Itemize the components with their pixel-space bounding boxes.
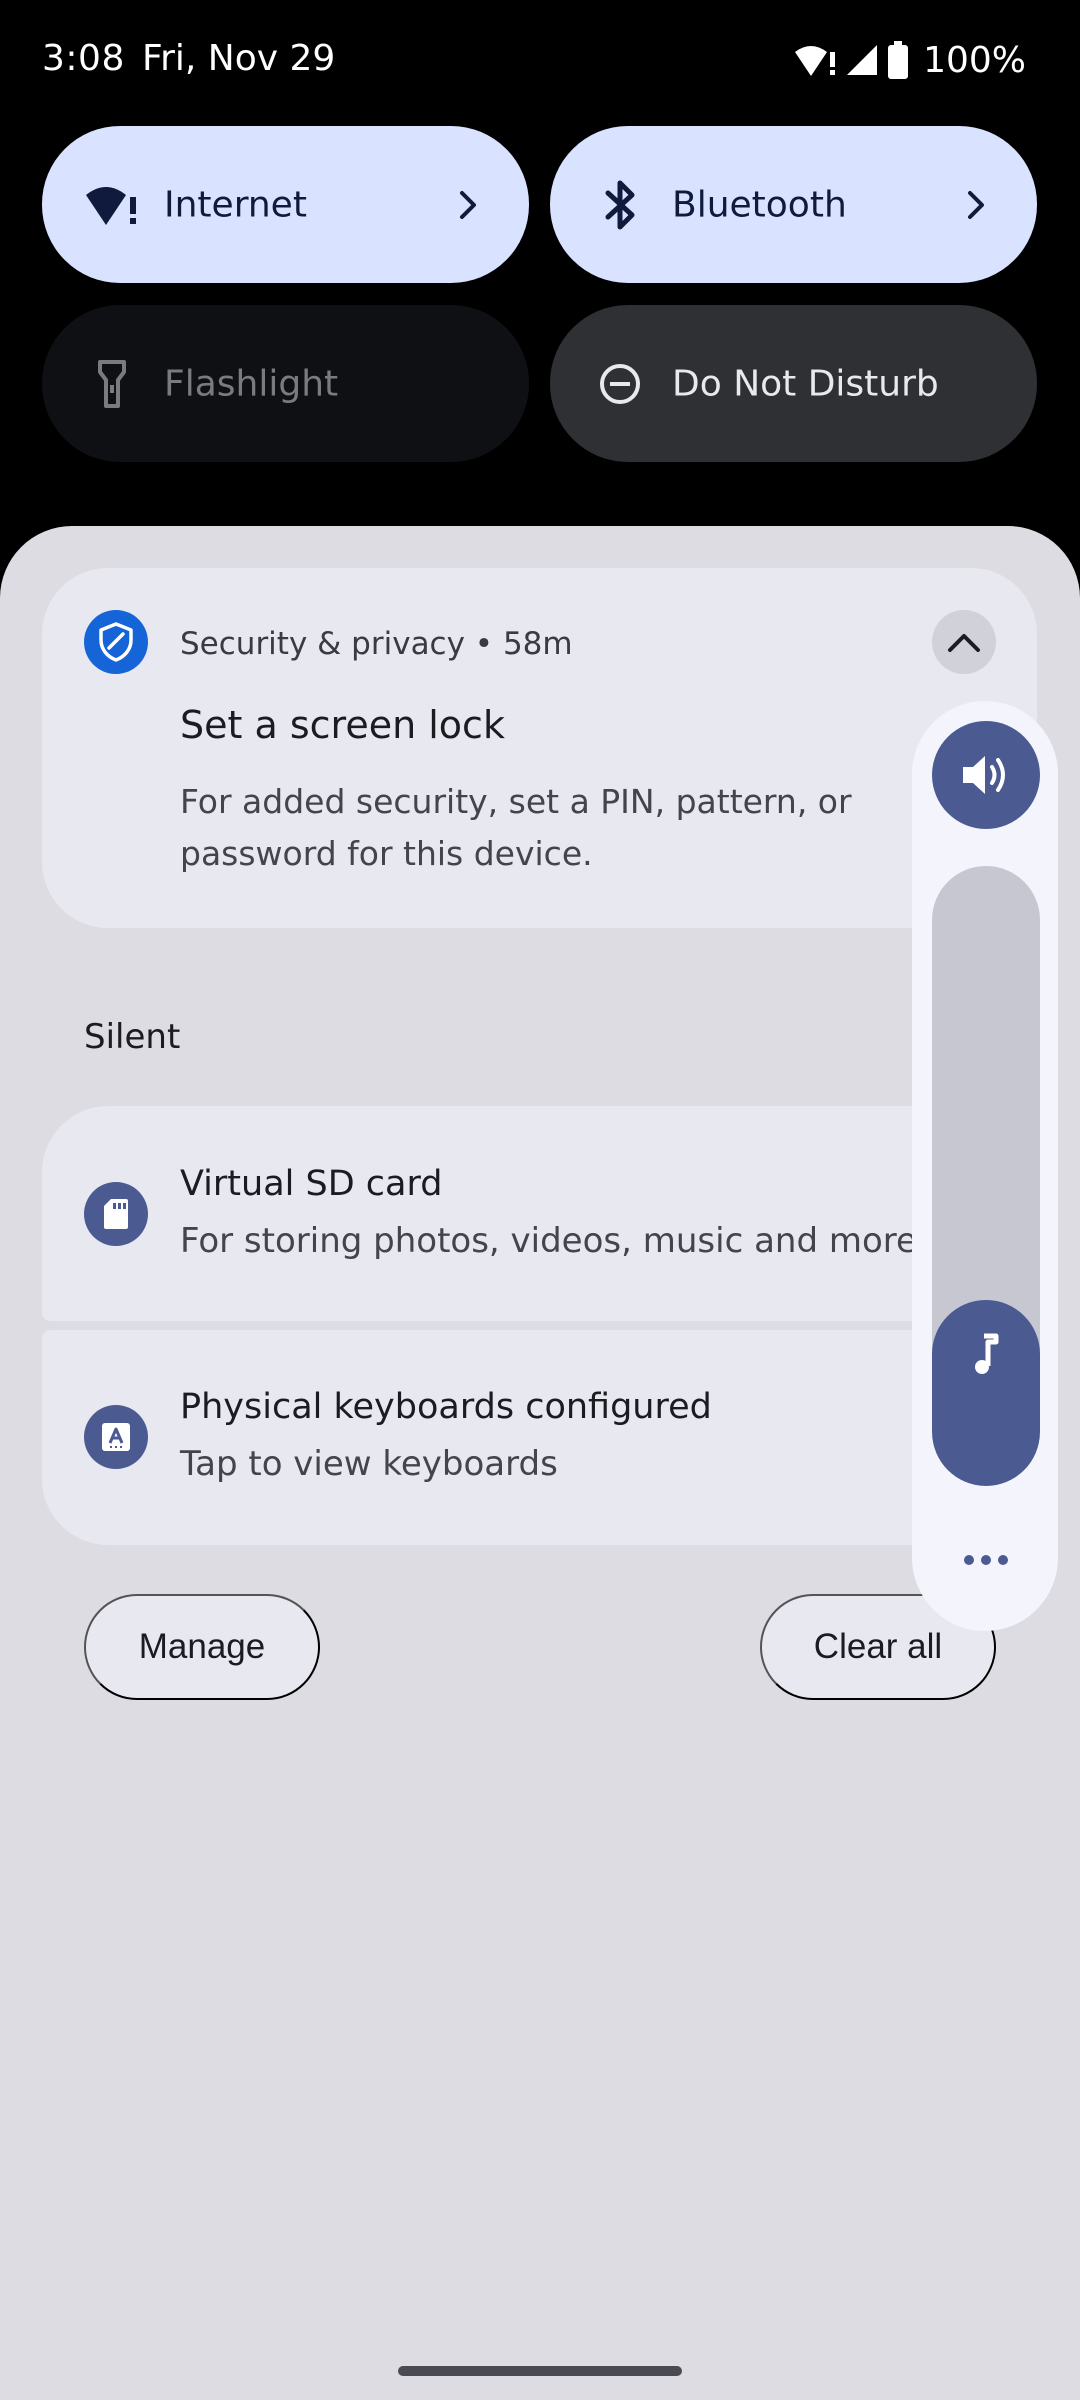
notification-text: For storing photos, videos, music and mo… (180, 1221, 917, 1261)
keyboard-icon (84, 1405, 148, 1469)
qs-tile-flashlight[interactable]: Flashlight (42, 305, 529, 462)
status-time: 3:08 (42, 38, 125, 79)
collapse-button[interactable] (932, 610, 996, 674)
qs-label-bluetooth: Bluetooth (672, 184, 847, 225)
qs-label-flashlight: Flashlight (164, 363, 339, 404)
shield-icon (84, 610, 148, 674)
notification-text: For added security, set a PIN, pattern, … (180, 782, 852, 873)
speaker-icon (963, 756, 1005, 794)
do-not-disturb-icon (590, 354, 650, 414)
phone-screen: 3:08 Fri, Nov 29 100% Internet Bluetooth… (0, 0, 1080, 2400)
notification-header: Security & privacy • 58m (180, 626, 573, 662)
more-horizontal-icon[interactable] (932, 1540, 1040, 1580)
wifi-alert-icon (795, 46, 836, 76)
sd-card-icon (84, 1182, 148, 1246)
notification-physical-keyboards[interactable] (42, 1330, 1037, 1545)
qs-tile-bluetooth[interactable]: Bluetooth (550, 126, 1037, 283)
notification-title: Set a screen lock (180, 703, 505, 747)
qs-tile-internet[interactable]: Internet (42, 126, 529, 283)
volume-slider-fill (932, 1300, 1040, 1486)
bluetooth-icon (590, 175, 650, 235)
battery-icon (888, 41, 909, 79)
battery-percent: 100% (923, 39, 1026, 81)
qs-label-do-not-disturb: Do Not Disturb (672, 363, 939, 404)
status-date: Fri, Nov 29 (142, 38, 336, 79)
chevron-up-icon (948, 634, 980, 652)
chevron-right-icon (959, 188, 993, 222)
status-icons: 100% (793, 39, 1026, 81)
cell-signal-icon (847, 45, 878, 75)
notification-title: Physical keyboards configured (180, 1387, 712, 1427)
home-indicator[interactable] (398, 2366, 682, 2376)
flashlight-icon (82, 354, 142, 414)
volume-slider[interactable] (932, 866, 1040, 1486)
notification-title: Virtual SD card (180, 1164, 443, 1204)
qs-label-internet: Internet (164, 184, 307, 225)
chevron-right-icon (451, 188, 485, 222)
manage-button[interactable]: Manage (84, 1594, 320, 1700)
silent-section-label: Silent (84, 1017, 181, 1057)
status-bar: 3:08 Fri, Nov 29 100% (0, 0, 1080, 120)
ringer-mode-button[interactable] (932, 721, 1040, 829)
wifi-alert-icon (82, 175, 142, 235)
notification-virtual-sd-card[interactable] (42, 1106, 1037, 1321)
qs-tile-do-not-disturb[interactable]: Do Not Disturb (550, 305, 1037, 462)
music-note-icon (932, 1332, 1040, 1376)
notification-text: Tap to view keyboards (180, 1444, 558, 1484)
